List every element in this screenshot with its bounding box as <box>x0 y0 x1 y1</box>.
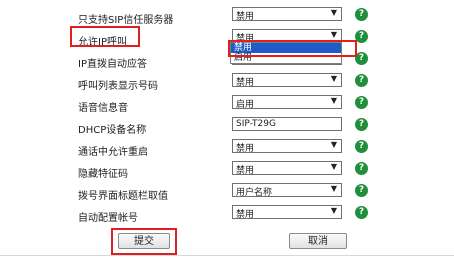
dropdown-arrow-icon: ▼ <box>330 184 337 193</box>
setting-row-dial-title-source: 拨号界面标题栏取值 用户名称 ▼ ? <box>0 183 454 203</box>
dropdown-highlight-box <box>228 40 357 57</box>
select-value: 启用 <box>236 100 255 110</box>
setting-label: 呼叫列表显示号码 <box>78 81 158 92</box>
dropdown-arrow-icon: ▼ <box>330 30 337 39</box>
dropdown-arrow-icon: ▼ <box>330 140 337 149</box>
reboot-in-call-select[interactable]: 禁用 ▼ <box>232 139 342 154</box>
dial-title-source-select[interactable]: 用户名称 ▼ <box>232 183 342 198</box>
help-icon[interactable]: ? <box>355 118 368 131</box>
setting-row-hide-feature-code: 隐藏特征码 禁用 ▼ ? <box>0 161 454 181</box>
select-value: 禁用 <box>236 210 255 220</box>
help-icon[interactable]: ? <box>355 206 368 219</box>
setting-label: 隐藏特征码 <box>78 169 128 180</box>
dropdown-arrow-icon: ▼ <box>330 206 337 215</box>
label-highlight-box <box>70 26 140 47</box>
select-value: 用户名称 <box>236 188 273 198</box>
cancel-button[interactable]: 取消 <box>289 233 347 249</box>
voicemail-tone-select[interactable]: 启用 ▼ <box>232 95 342 110</box>
call-list-show-number-select[interactable]: 禁用 ▼ <box>232 73 342 88</box>
setting-label: 只支持SIP信任服务器 <box>78 15 174 26</box>
select-value: 禁用 <box>236 166 255 176</box>
setting-row-dhcp-hostname: DHCP设备名称 SIP-T29G ? <box>0 117 454 137</box>
dropdown-arrow-icon: ▼ <box>330 162 337 171</box>
setting-row-sip-trust-server: 只支持SIP信任服务器 禁用 ▼ ? <box>0 7 454 27</box>
help-icon[interactable]: ? <box>355 162 368 175</box>
dropdown-arrow-icon: ▼ <box>330 96 337 105</box>
setting-label: 通话中允许重启 <box>78 147 148 158</box>
setting-label: 拨号界面标题栏取值 <box>78 191 168 202</box>
help-icon[interactable]: ? <box>355 74 368 87</box>
hide-feature-code-select[interactable]: 禁用 ▼ <box>232 161 342 176</box>
auto-provision-account-select[interactable]: 禁用 ▼ <box>232 205 342 220</box>
help-icon[interactable]: ? <box>355 96 368 109</box>
setting-row-ip-direct-auto-answer: IP直拨自动应答 启用 ▼ ? <box>0 51 454 71</box>
divider <box>0 255 454 256</box>
help-icon[interactable]: ? <box>355 184 368 197</box>
setting-label: DHCP设备名称 <box>78 125 147 136</box>
setting-row-reboot-in-call: 通话中允许重启 禁用 ▼ ? <box>0 139 454 159</box>
setting-row-auto-provision-account: 自动配置帐号 禁用 ▼ ? <box>0 205 454 225</box>
setting-row-voicemail-tone: 语音信息音 启用 ▼ ? <box>0 95 454 115</box>
setting-row-call-list-show-number: 呼叫列表显示号码 禁用 ▼ ? <box>0 73 454 93</box>
setting-label: 语音信息音 <box>78 103 128 114</box>
select-value: 禁用 <box>236 78 255 88</box>
submit-button[interactable]: 提交 <box>118 233 170 249</box>
input-value: SIP-T29G <box>236 119 276 129</box>
dropdown-arrow-icon: ▼ <box>330 8 337 17</box>
dhcp-hostname-input[interactable]: SIP-T29G <box>232 117 342 131</box>
dropdown-arrow-icon: ▼ <box>330 74 337 83</box>
help-icon[interactable]: ? <box>355 140 368 153</box>
help-icon[interactable]: ? <box>355 8 368 21</box>
select-value: 禁用 <box>236 144 255 154</box>
setting-label: IP直拨自动应答 <box>78 59 147 70</box>
setting-label: 自动配置帐号 <box>78 213 138 224</box>
sip-trust-server-select[interactable]: 禁用 ▼ <box>232 7 342 22</box>
setting-row-allow-ip-call: 允许IP呼叫 禁用 ▼ ? <box>0 29 454 49</box>
select-value: 禁用 <box>236 12 255 22</box>
